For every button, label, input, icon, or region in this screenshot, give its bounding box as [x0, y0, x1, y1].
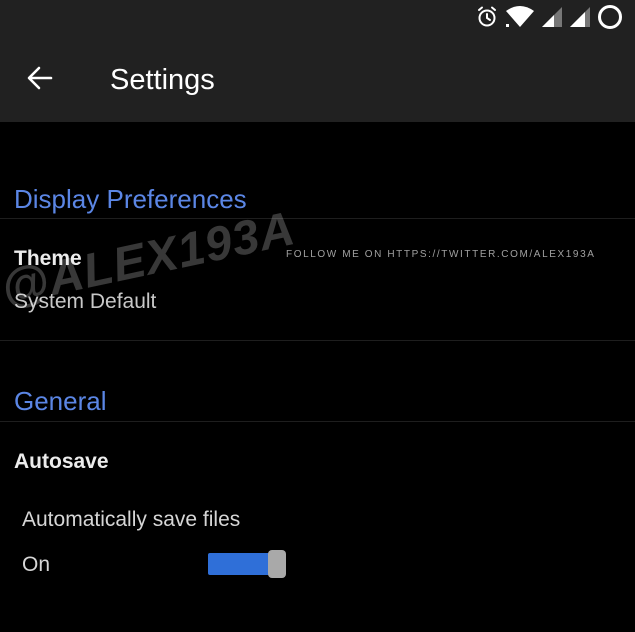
autosave-toggle[interactable] [208, 550, 286, 578]
battery-ring-icon [597, 4, 623, 30]
watermark-follow-text: FOLLOW ME ON HTTPS://TWITTER.COM/ALEX193… [286, 249, 596, 260]
signal-icon-2 [569, 5, 591, 29]
settings-screen: Settings Display Preferences Theme Syste… [0, 0, 635, 632]
page-title: Settings [110, 64, 215, 96]
autosave-state-label: On [22, 553, 51, 576]
section-header-general: General [14, 386, 107, 416]
autosave-title: Autosave [14, 450, 109, 473]
toggle-thumb[interactable] [268, 550, 286, 578]
divider [0, 340, 635, 341]
app-bar: Settings [0, 34, 635, 122]
autosave-description: Automatically save files [22, 508, 241, 531]
status-bar [0, 0, 635, 34]
status-icons [475, 4, 623, 30]
signal-icon [541, 5, 563, 29]
arrow-left-icon [26, 64, 54, 97]
toggle-track [208, 553, 276, 575]
divider [0, 421, 635, 422]
section-header-display-preferences: Display Preferences [14, 184, 247, 214]
alarm-icon [475, 5, 499, 29]
back-button[interactable] [16, 56, 64, 104]
wifi-icon [505, 5, 535, 29]
